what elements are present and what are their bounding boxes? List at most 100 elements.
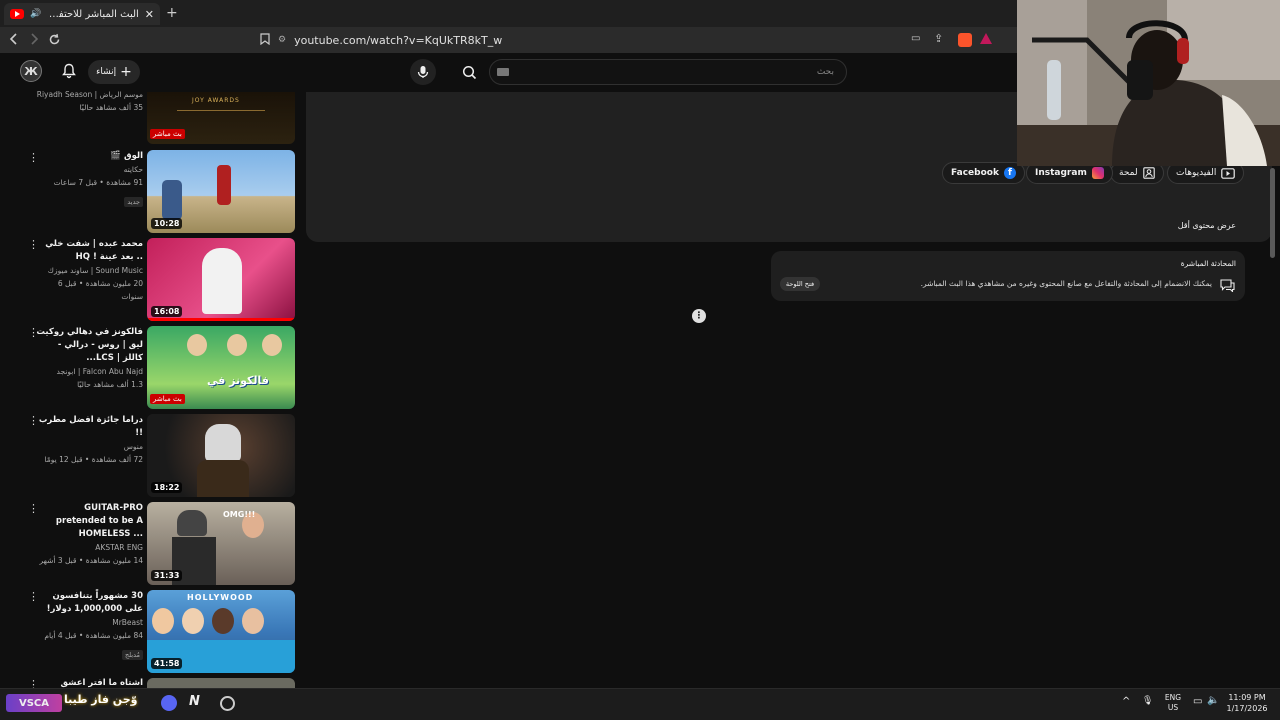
brave-shield-icon[interactable] — [958, 33, 972, 47]
tray-overflow-icon[interactable]: ^ — [1122, 696, 1130, 707]
duration-label: 31:33 — [151, 570, 183, 581]
new-tab-button[interactable]: + — [166, 5, 178, 21]
url-field[interactable]: ⚙ youtube.com/watch?v=KqUkTR8kT_w — [278, 30, 998, 50]
voice-search-button[interactable] — [410, 59, 436, 85]
tray-microphone-icon[interactable]: 🎙 — [1142, 696, 1153, 706]
video-title[interactable]: دراما جائزة افضل مطرب !! — [36, 414, 143, 440]
create-label: إنشاء — [96, 67, 117, 77]
live-badge: بث مباشر — [150, 394, 185, 404]
video-title[interactable]: محمد عبده | شفت خلي .. بعد عينة ! HQ — [36, 238, 143, 264]
site-info-icon[interactable]: ⚙ — [278, 35, 286, 45]
video-thumbnail[interactable]: HOLLYWOOD 41:58 — [147, 590, 295, 673]
reload-button[interactable] — [46, 31, 62, 47]
scrollbar-thumb[interactable] — [1270, 168, 1275, 258]
facebook-link[interactable]: Facebook f — [942, 162, 1025, 184]
more-options-icon[interactable]: ⋮ — [28, 326, 39, 340]
create-button[interactable]: إنشاء + — [88, 60, 140, 84]
share-icon[interactable]: ⇪ — [934, 32, 943, 45]
taskbar-app-vsca[interactable]: VSCA — [6, 694, 62, 712]
more-options-icon[interactable]: ⋮ — [28, 414, 39, 428]
live-badge: بث مباشر — [150, 129, 185, 139]
facebook-icon: f — [1003, 167, 1016, 179]
instagram-icon — [1091, 167, 1104, 179]
plus-icon: + — [120, 64, 132, 80]
microphone-icon — [417, 66, 429, 78]
list-item[interactable]: محمد عبده | شفت خلي .. بعد عينة ! HQ Sou… — [36, 238, 143, 303]
bookmark-icon[interactable] — [257, 31, 273, 47]
more-options-icon[interactable]: ⋮ — [28, 502, 39, 516]
list-item[interactable]: 30 مشهوراً يتنافسون على 1,000,000 دولار!… — [36, 590, 143, 661]
list-item[interactable]: فالكونز في دهالي روكيت ليق | روس - درالي… — [36, 326, 143, 391]
more-options-icon[interactable]: ⋮ — [28, 151, 39, 165]
clock-date: 1/17/2026 — [1226, 704, 1268, 713]
volume-icon[interactable]: 🔈 — [1207, 695, 1219, 706]
list-item[interactable]: الوق 🎬 حكايته 91 مشاهدة • قبل 7 ساعات جد… — [36, 150, 143, 208]
more-info-icon[interactable]: ⋮ — [692, 309, 706, 323]
channel-name[interactable]: منوس — [36, 440, 143, 453]
video-thumbnail[interactable]: JOY AWARDS بث مباشر — [147, 92, 295, 144]
language-code: ENG — [1164, 693, 1182, 702]
list-item[interactable]: دراما جائزة افضل مطرب !! منوس 72 ألف مشا… — [36, 414, 143, 466]
cast-icon[interactable]: ▭ — [911, 33, 920, 44]
facebook-link-label: Facebook — [951, 168, 999, 178]
video-play-icon — [1221, 167, 1236, 179]
keyboard-region: US — [1167, 703, 1179, 712]
video-thumbnail[interactable]: 18:22 — [147, 414, 295, 497]
show-less-button[interactable]: عرض محتوى أقل — [1100, 221, 1236, 230]
video-title[interactable]: 30 مشهوراً يتنافسون على 1,000,000 دولار! — [36, 590, 143, 616]
video-thumbnail[interactable]: 16:08 — [147, 238, 295, 321]
search-button[interactable] — [455, 59, 483, 85]
video-thumbnail[interactable] — [147, 678, 295, 688]
video-title[interactable]: فالكونز في دهالي روكيت ليق | روس - درالي… — [36, 326, 143, 365]
channel-name[interactable]: AKSTAR ENG — [36, 541, 143, 554]
notifications-bell-icon[interactable] — [61, 63, 77, 83]
instagram-link-label: Instagram — [1035, 168, 1087, 178]
open-panel-button[interactable]: فتح اللوحة — [780, 277, 820, 291]
video-title[interactable]: GUITAR-PRO pretended to be A HOMELESS ..… — [36, 502, 143, 541]
duration-label: 10:28 — [151, 218, 183, 229]
forward-button[interactable] — [26, 31, 42, 47]
channel-name[interactable]: حكايته — [36, 163, 143, 176]
network-icon[interactable]: ▭ — [1193, 696, 1202, 707]
video-thumbnail[interactable]: OMG!!! 31:33 — [147, 502, 295, 585]
more-options-icon[interactable]: ⋮ — [28, 238, 39, 252]
about-link-label: لمحة — [1119, 168, 1138, 178]
obs-icon[interactable] — [220, 696, 235, 711]
video-stats: 72 ألف مشاهدة • قبل 12 يومًا — [44, 455, 143, 464]
channel-name[interactable]: MrBeast — [36, 616, 143, 629]
video-title[interactable]: الوق 🎬 — [36, 150, 143, 163]
list-item[interactable]: GUITAR-PRO pretended to be A HOMELESS ..… — [36, 502, 143, 567]
search-icon — [462, 65, 476, 79]
video-thumbnail[interactable]: فالكونز في بث مباشر — [147, 326, 295, 409]
more-options-icon[interactable]: ⋮ — [28, 590, 39, 604]
browser-tab[interactable]: 🔊 البث المباشر للاحتفاء بأبرز نجو... ✕ — [4, 3, 160, 25]
video-stats: 35 ألف مشاهد حاليًا — [79, 103, 143, 112]
taskbar-clock[interactable]: 11:09 PM 1/17/2026 — [1222, 692, 1272, 714]
videos-link-label: الفيديوهات — [1176, 168, 1217, 178]
clock-time: 11:09 PM — [1228, 693, 1266, 702]
chat-bubble-icon — [1220, 277, 1235, 296]
avatar[interactable]: Ж — [20, 60, 42, 82]
live-chat-description: يمكنك الانضمام إلى المحادثة والتفاعل مع … — [920, 279, 1212, 288]
duration-label: 16:08 — [151, 306, 183, 317]
channel-name[interactable]: Sound Music | ساوند ميوزك — [36, 264, 143, 277]
taskbar-app-title[interactable]: وّجن فاز طيبا — [64, 693, 152, 706]
taskbar-app-icon[interactable]: N — [189, 694, 200, 709]
brave-rewards-icon[interactable] — [980, 33, 992, 44]
input-language[interactable]: ENG US — [1160, 693, 1186, 713]
youtube-favicon-icon — [10, 9, 24, 19]
list-item[interactable]: موسم الرياض | Riyadh Season 35 ألف مشاهد… — [36, 88, 143, 114]
search-placeholder: بحث — [816, 67, 834, 77]
video-thumbnail[interactable]: 10:28 — [147, 150, 295, 233]
speaker-icon[interactable]: 🔊 — [30, 9, 41, 19]
discord-icon[interactable] — [161, 695, 177, 711]
video-stats: 84 مليون مشاهدة • قبل 4 أيام — [44, 631, 143, 640]
dubbed-badge: مُدبلج — [121, 650, 143, 660]
search-input[interactable]: بحث — [489, 59, 847, 85]
url-text: youtube.com/watch?v=KqUkTR8kT_w — [294, 33, 503, 47]
channel-name[interactable]: موسم الرياض | Riyadh Season — [36, 88, 143, 101]
back-button[interactable] — [6, 31, 22, 47]
channel-name[interactable]: Falcon Abu Najd | ابونجد — [36, 365, 143, 378]
close-tab-icon[interactable]: ✕ — [145, 8, 154, 21]
keyboard-icon[interactable] — [497, 68, 509, 76]
